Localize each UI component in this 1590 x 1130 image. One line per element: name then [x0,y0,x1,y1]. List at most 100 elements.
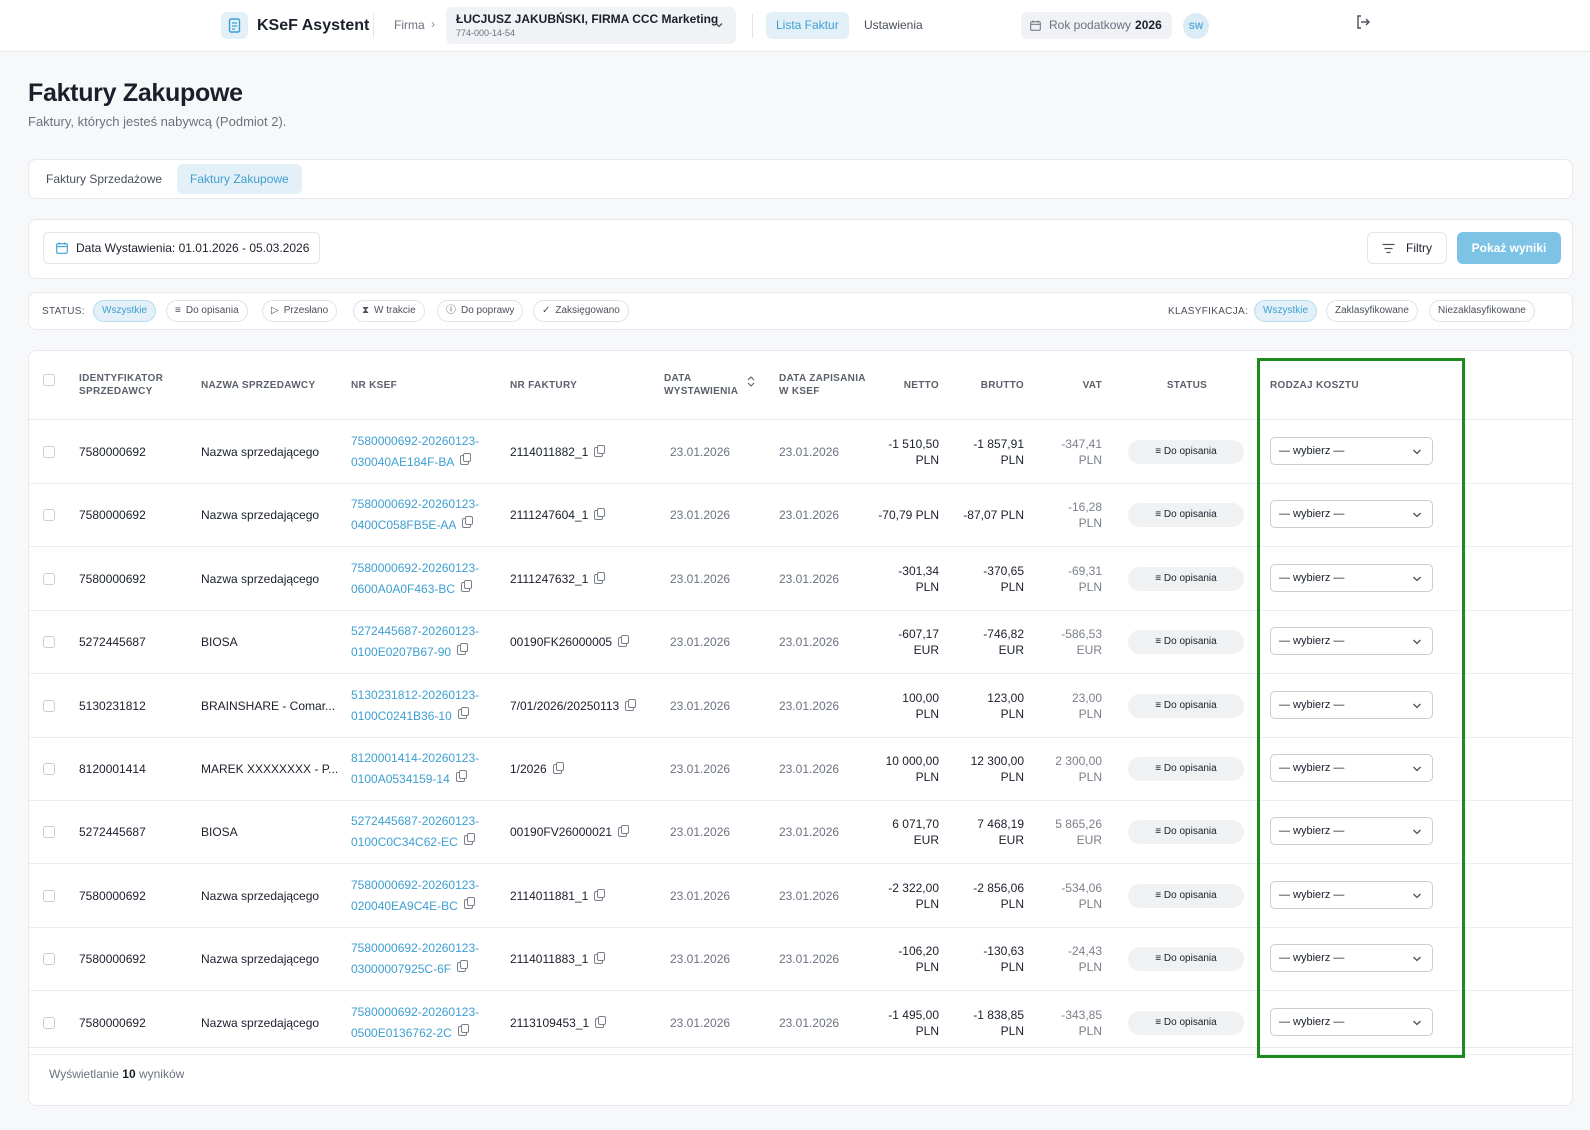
net-value: 100,00 [902,690,939,705]
date-range-picker[interactable]: Data Wystawienia: 01.01.2026 - 05.03.202… [43,232,321,264]
seller-id: 7580000692 [79,888,146,903]
net-currency: PLN [915,960,939,975]
status-badge[interactable]: Do opisania [1128,566,1244,591]
class-pill-wszystkie[interactable]: Wszystkie [1254,300,1317,322]
row-checkbox[interactable] [43,953,55,966]
app-logo[interactable]: KSeF Asystent [221,12,369,39]
status-badge[interactable]: Do opisania [1128,757,1244,781]
copy-icon[interactable] [463,896,475,909]
ksef-number-link[interactable]: 7580000692-20260123- 0400C058FB5E-AA [351,483,479,547]
filters-button[interactable]: Filtry [1367,232,1447,264]
tab-faktury-zakupowe[interactable]: Faktury Zakupowe [177,164,302,194]
ksef-number-link[interactable]: 7580000692-20260123- 03000007925C-6F [351,927,479,991]
status-pill-przeslano[interactable]: ▷ Przesłano [262,300,338,322]
tab-faktury-sprzedazowe[interactable]: Faktury Sprzedażowe [33,164,175,194]
status-badge[interactable]: Do opisania [1128,630,1244,655]
nav-ustawienia[interactable]: Ustawienia [864,18,923,32]
copy-icon[interactable] [594,952,606,965]
col-ksef-date[interactable]: DATA ZAPISANIA W KSEF [779,351,869,419]
copy-icon[interactable] [594,445,606,457]
col-gross[interactable]: BRUTTO [964,351,1024,419]
status-pill-do-poprawy[interactable]: ⓘ Do poprawy [437,300,524,322]
ksef-number-link[interactable]: 5272445687-20260123- 0100C0C34C62-EC [351,800,479,864]
copy-icon[interactable] [460,453,472,465]
ksef-line-1: 5272445687-20260123- [351,624,480,639]
class-pill-zaklasyfikowane[interactable]: Zaklasyfikowane [1326,300,1418,322]
row-checkbox[interactable] [43,699,55,712]
status-pill-zaksiegowano[interactable]: ✓ Zaksięgowano [533,300,629,322]
copy-icon[interactable] [618,825,630,838]
copy-icon[interactable] [594,508,606,521]
class-pill-niezaklasyfikowane[interactable]: Niezaklasyfikowane [1429,300,1535,322]
copy-icon[interactable] [457,960,469,973]
status-badge[interactable]: Do opisania [1128,693,1244,718]
invoice-number-text: 7/01/2026/20250113 [510,698,620,713]
col-issue-date[interactable]: DATA WYSTAWIENIA [664,351,754,419]
status-pill-do-opisania[interactable]: ≡ Do opisania [166,300,248,322]
status-pill-w-trakcie[interactable]: ⧗ W trakcie [353,300,425,322]
row-checkbox[interactable] [43,446,55,458]
pill-label: W trakcie [374,305,416,316]
row-checkbox[interactable] [43,1016,55,1029]
status-pill-wszystkie[interactable]: Wszystkie [93,300,156,322]
copy-icon[interactable] [463,833,475,846]
avatar[interactable]: SW [1183,13,1209,39]
logout-icon[interactable] [1355,14,1371,30]
row-checkbox[interactable] [43,572,55,585]
status-badge[interactable]: Do opisania [1128,883,1244,908]
copy-icon[interactable] [457,706,469,719]
nav-lista-faktur[interactable]: Lista Faktur [766,12,849,39]
copy-icon[interactable] [461,579,473,592]
status-badge[interactable]: Do opisania [1128,1010,1244,1035]
copy-icon[interactable] [625,698,637,711]
chevron-right-icon: › [431,17,435,31]
select-all-checkbox[interactable] [43,374,55,386]
copy-icon[interactable] [457,1023,469,1036]
col-seller-id[interactable]: IDENTYFIKATOR SPRZEDAWCY [79,351,189,419]
seller-name: BIOSA [201,825,238,840]
col-status[interactable]: STATUS [1127,351,1247,419]
copy-icon[interactable] [455,770,467,782]
row-checkbox[interactable] [43,826,55,839]
ksef-number-link[interactable]: 5272445687-20260123- 0100E0207B67-90 [351,610,479,674]
sort-icon[interactable] [747,375,755,388]
net-amount: 100,00 PLN [869,674,939,738]
ksef-number-link[interactable]: 7580000692-20260123- 0500E0136762-2C [351,991,479,1055]
row-checkbox[interactable] [43,763,55,775]
copy-icon[interactable] [552,762,564,774]
copy-icon[interactable] [594,571,606,584]
col-invoice[interactable]: NR FAKTURY [510,351,650,419]
status-badge[interactable]: Do opisania [1128,947,1244,972]
ksef-number-link[interactable]: 7580000692-20260123- 0600A0A0F463-BC [351,547,479,611]
ksef-number-link[interactable]: 5130231812-20260123- 0100C0241B36-10 [351,674,479,738]
ksef-number-link[interactable]: 8120001414-20260123- 0100A0534159-14 [351,737,479,801]
ksef-date: 23.01.2026 [779,952,840,967]
net-value: 6 071,70 [892,817,939,832]
copy-icon[interactable] [594,888,606,901]
status-badge[interactable]: Do opisania [1128,503,1244,528]
col-vat[interactable]: VAT [1044,351,1102,419]
gross-amount: -1 857,91 PLN [954,420,1024,484]
ksef-number-link[interactable]: 7580000692-20260123- 020040EA9C4E-BC [351,864,479,928]
status-badge[interactable]: Do opisania [1128,440,1244,464]
col-ksef[interactable]: NR KSEF [351,351,491,419]
show-results-button[interactable]: Pokaż wyniki [1457,232,1561,264]
copy-icon[interactable] [457,643,469,656]
col-net[interactable]: NETTO [879,351,939,419]
net-currency: PLN [915,706,939,721]
company-selector[interactable]: ŁUCJUSZ JAKUBŃSKI, FIRMA CCC Marketing 7… [446,7,736,44]
vat-value: 2 300,00 [1055,754,1102,768]
copy-icon[interactable] [462,516,474,529]
col-seller-name[interactable]: NAZWA SPRZEDAWCY [201,351,341,419]
row-checkbox[interactable] [43,636,55,649]
status-badge[interactable]: Do opisania [1128,820,1244,845]
row-checkbox[interactable] [43,889,55,902]
ksef-date: 23.01.2026 [779,762,840,776]
ksef-number-link[interactable]: 7580000692-20260123- 030040AE184F-BA [351,420,479,484]
tax-year-selector[interactable]: Rok podatkowy 2026 [1021,12,1172,39]
copy-icon[interactable] [595,1015,607,1028]
row-checkbox[interactable] [43,509,55,522]
invoice-number: 2111247632_1 [510,547,606,611]
copy-icon[interactable] [618,635,630,648]
seller-id: 5272445687 [79,635,146,650]
